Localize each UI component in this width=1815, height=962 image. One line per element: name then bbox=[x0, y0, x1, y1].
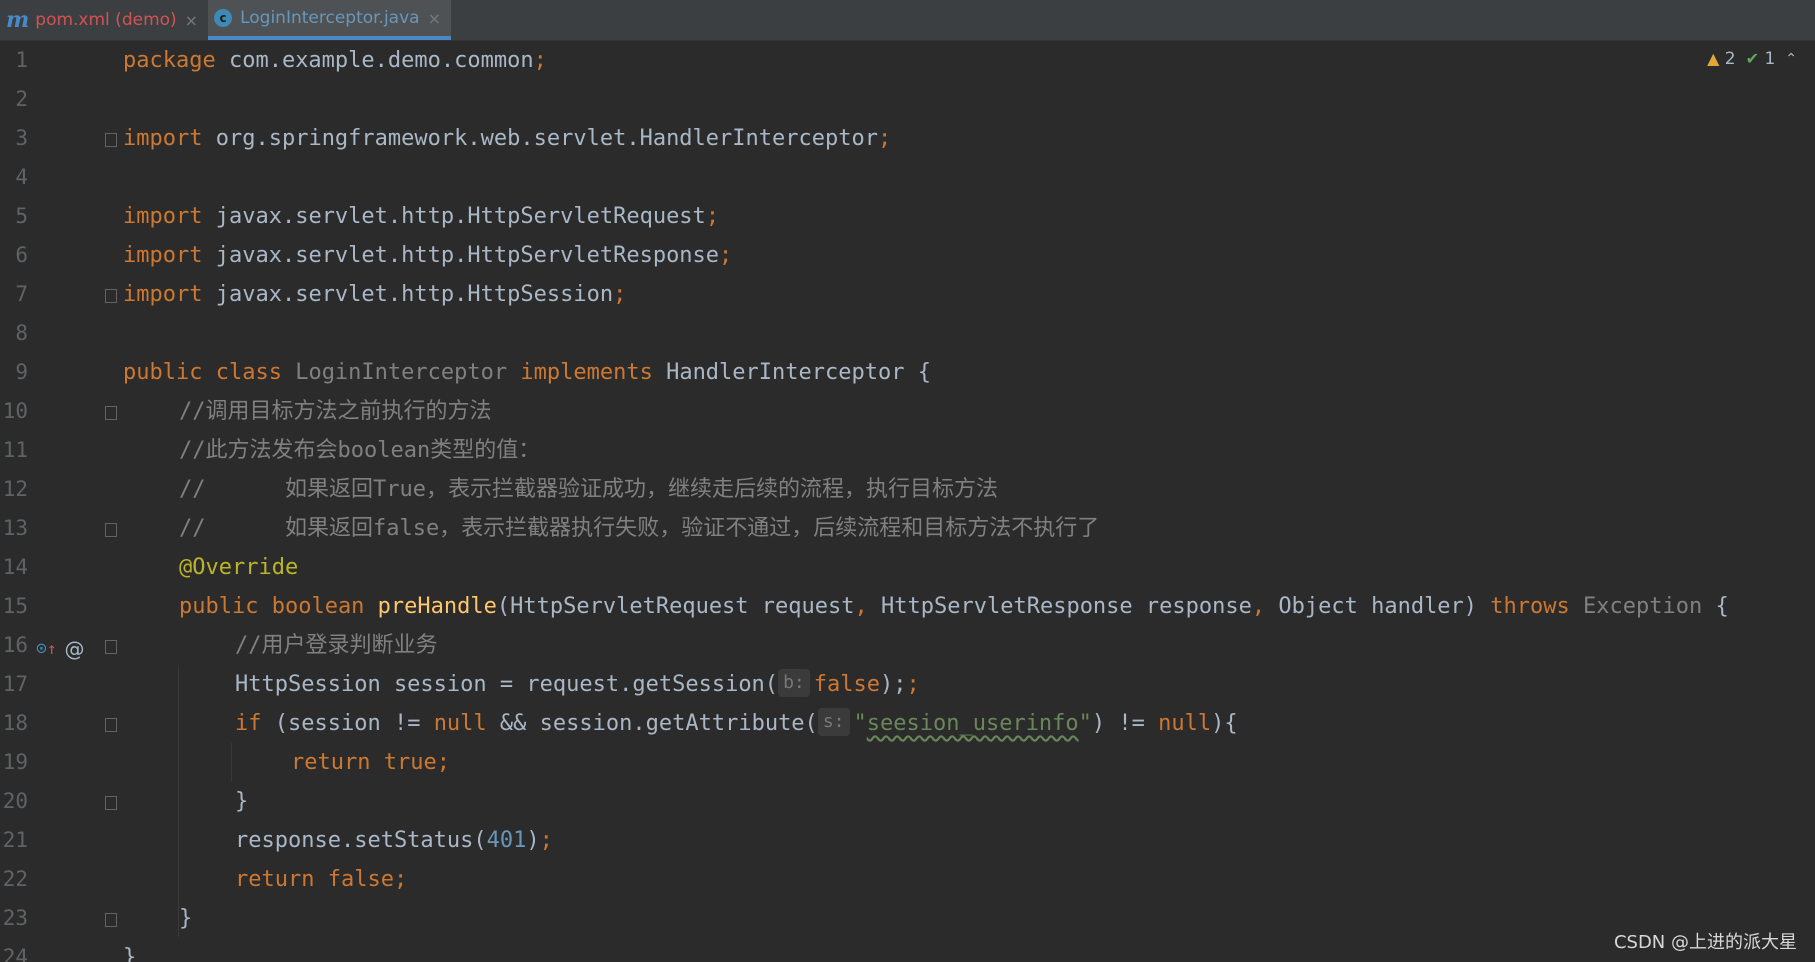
fold-marker[interactable] bbox=[105, 796, 117, 810]
vertical-scrollbar[interactable] bbox=[1807, 41, 1815, 962]
parameter-hint: s: bbox=[817, 708, 850, 736]
line-number: 20 bbox=[2, 789, 28, 813]
code-line-16: //用户登录判断业务 bbox=[235, 633, 438, 658]
line-number: 19 bbox=[2, 750, 28, 774]
line-number: 24 bbox=[2, 945, 28, 962]
indent-guide bbox=[231, 743, 232, 782]
code-line-14: @Override bbox=[179, 555, 299, 580]
annotation-at-icon[interactable]: @ bbox=[64, 637, 84, 661]
line-number: 18 bbox=[2, 711, 28, 735]
line-number: 2 bbox=[15, 87, 28, 111]
line-number: 10 bbox=[2, 399, 28, 423]
editor-tab-bar: m pom.xml (demo) × c LoginInterceptor.ja… bbox=[0, 0, 1815, 41]
fold-marker[interactable] bbox=[105, 289, 117, 303]
line-number: 12 bbox=[2, 477, 28, 501]
line-number: 13 bbox=[2, 516, 28, 540]
line-number: 3 bbox=[15, 126, 28, 150]
line-number-gutter: 1 2 3 4 5 6 7 8 9 10 11 12 13 14 15 16 1… bbox=[0, 41, 118, 962]
code-line-12: // 如果返回True，表示拦截器验证成功，继续走后续的流程，执行目标方法 bbox=[179, 477, 998, 502]
line-number: 1 bbox=[15, 48, 28, 72]
code-line-7: import javax.servlet.http.HttpSession; bbox=[123, 282, 627, 307]
line-number: 22 bbox=[2, 867, 28, 891]
line-number: 9 bbox=[15, 360, 28, 384]
line-number: 11 bbox=[2, 438, 28, 462]
fold-marker[interactable] bbox=[105, 718, 117, 732]
close-icon[interactable]: × bbox=[428, 9, 441, 28]
code-line-11: //此方法发布会boolean类型的值： bbox=[179, 438, 541, 463]
line-number: 14 bbox=[2, 555, 28, 579]
code-editor[interactable]: 1 2 3 4 5 6 7 8 9 10 11 12 13 14 15 16 1… bbox=[0, 41, 1815, 962]
parameter-hint: b: bbox=[778, 669, 810, 697]
code-line-9: public class LoginInterceptor implements… bbox=[123, 360, 931, 385]
code-line-15: public boolean preHandle(HttpServletRequ… bbox=[179, 594, 1729, 619]
maven-icon: m bbox=[6, 7, 30, 33]
code-line-6: import javax.servlet.http.HttpServletRes… bbox=[123, 243, 733, 268]
fold-marker[interactable] bbox=[105, 406, 117, 420]
code-line-13: // 如果返回false，表示拦截器执行失败，验证不通过，后续流程和目标方法不执… bbox=[179, 516, 1100, 541]
code-content[interactable]: package com.example.demo.common; import … bbox=[118, 41, 1815, 962]
check-icon: ✔ bbox=[1745, 49, 1760, 68]
fold-marker[interactable] bbox=[105, 133, 117, 147]
gutter-icons-line-15: ⊙↑ @ bbox=[36, 629, 84, 668]
java-class-icon: c bbox=[214, 9, 233, 27]
code-line-22: return false; bbox=[235, 867, 408, 892]
code-line-5: import javax.servlet.http.HttpServletReq… bbox=[123, 204, 720, 229]
tab-label: pom.xml (demo) bbox=[35, 10, 177, 30]
line-number: 23 bbox=[2, 906, 28, 930]
close-icon[interactable]: × bbox=[185, 11, 198, 30]
line-number: 7 bbox=[15, 282, 28, 306]
tab-label: LoginInterceptor.java bbox=[240, 8, 420, 28]
code-line-24: } bbox=[123, 945, 137, 962]
line-number: 15 bbox=[2, 594, 28, 618]
ok-indicator[interactable]: ✔ 1 bbox=[1746, 49, 1776, 69]
code-line-18: if (session != null && session.getAttrib… bbox=[235, 704, 1238, 743]
warning-indicator[interactable]: ▲ 2 bbox=[1707, 49, 1736, 69]
line-number: 8 bbox=[15, 321, 28, 345]
typo-warning: seesion_userinfo bbox=[866, 711, 1079, 736]
code-line-17: HttpSession session = request.getSession… bbox=[235, 665, 920, 704]
chevron-up-icon[interactable]: ⌃ bbox=[1785, 51, 1797, 67]
line-number: 5 bbox=[15, 204, 28, 228]
tab-pom-xml[interactable]: m pom.xml (demo) × bbox=[0, 0, 208, 40]
fold-marker[interactable] bbox=[105, 523, 117, 537]
inspection-status[interactable]: ▲ 2 ✔ 1 ⌃ bbox=[1707, 49, 1797, 69]
line-number: 6 bbox=[15, 243, 28, 267]
indent-guide bbox=[178, 665, 179, 937]
code-line-19: return true; bbox=[291, 750, 450, 775]
code-line-23: } bbox=[179, 906, 193, 931]
warning-icon: ▲ bbox=[1707, 49, 1720, 68]
tab-login-interceptor[interactable]: c LoginInterceptor.java × bbox=[208, 0, 451, 40]
line-number: 21 bbox=[2, 828, 28, 852]
code-line-10: //调用目标方法之前执行的方法 bbox=[179, 399, 492, 424]
fold-marker[interactable] bbox=[105, 913, 117, 927]
code-line-3: import org.springframework.web.servlet.H… bbox=[123, 126, 892, 151]
code-line-21: response.setStatus(401); bbox=[235, 828, 553, 853]
code-line-1: package com.example.demo.common; bbox=[123, 48, 547, 73]
code-line-20: } bbox=[235, 789, 249, 814]
line-number: 17 bbox=[2, 672, 28, 696]
fold-marker[interactable] bbox=[105, 640, 117, 654]
implements-method-icon[interactable]: ⊙↑ bbox=[36, 638, 56, 659]
line-number: 16 bbox=[2, 633, 28, 657]
watermark: CSDN @上进的派大星 bbox=[1613, 932, 1797, 953]
line-number: 4 bbox=[15, 165, 28, 189]
